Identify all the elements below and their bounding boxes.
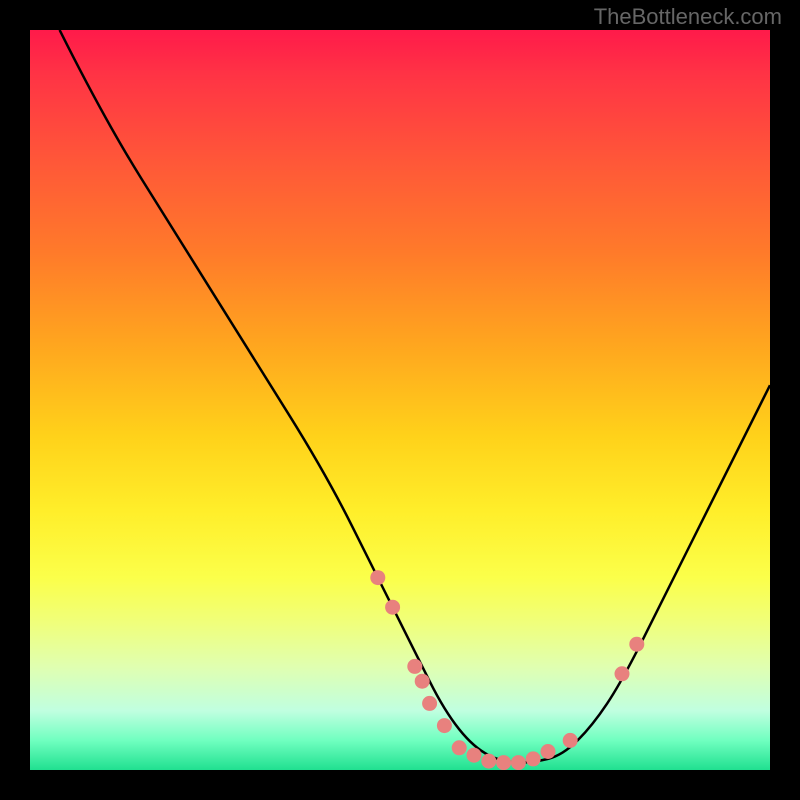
- curve-marker: [496, 755, 511, 770]
- chart-svg: [30, 30, 770, 770]
- curve-marker: [481, 754, 496, 769]
- curve-marker: [437, 718, 452, 733]
- curve-marker: [407, 659, 422, 674]
- curve-marker: [452, 740, 467, 755]
- watermark-text: TheBottleneck.com: [594, 4, 782, 30]
- curve-marker: [541, 744, 556, 759]
- curve-marker: [415, 674, 430, 689]
- chart-plot-area: [30, 30, 770, 770]
- curve-marker: [629, 637, 644, 652]
- curve-marker: [615, 666, 630, 681]
- curve-marker: [563, 733, 578, 748]
- curve-marker: [467, 748, 482, 763]
- curve-marker: [370, 570, 385, 585]
- curve-marker: [422, 696, 437, 711]
- curve-markers: [370, 570, 644, 770]
- curve-marker: [511, 755, 526, 770]
- curve-marker: [385, 600, 400, 615]
- curve-marker: [526, 751, 541, 766]
- bottleneck-curve-line: [60, 30, 770, 763]
